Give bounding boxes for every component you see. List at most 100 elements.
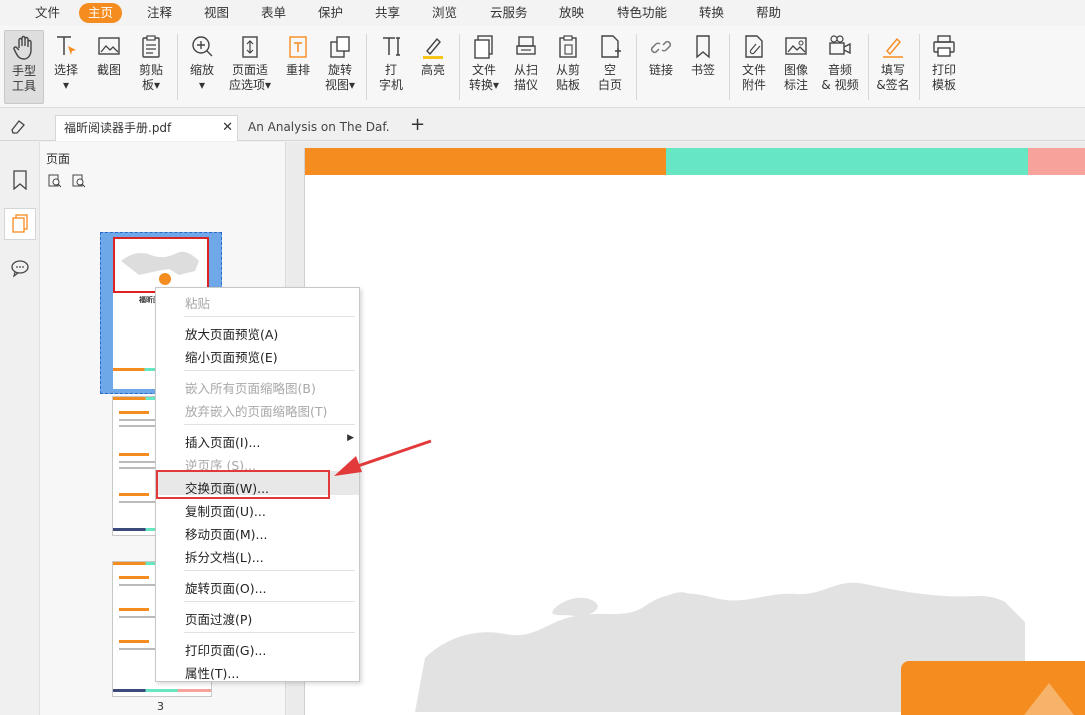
menu-cloud[interactable]: 云服务 (481, 3, 537, 23)
pen-sign-icon (883, 37, 903, 58)
comment-icon (11, 260, 29, 278)
menu-item-duplicate-page[interactable]: 复制页面(U)... (185, 501, 266, 520)
menu-separator (184, 316, 355, 317)
tab-document-1[interactable]: 福昕阅读器手册.pdf ✕ (55, 115, 238, 141)
printer-icon (933, 35, 955, 57)
menu-item-split-document[interactable]: 拆分文档(L)... (185, 547, 264, 566)
file-attachment-button[interactable]: 文件 附件 (734, 30, 774, 104)
video-camera-icon (829, 35, 851, 55)
menu-item-print-page[interactable]: 打印页面(G)... (185, 640, 266, 659)
from-scanner-button[interactable]: 从扫 描仪 (506, 30, 546, 104)
ribbon-toolbar: 手型 工具 选择 ▾ 截图 剪贴 板▾ 缩放 ▾ 页面适 应选项▾ 重排 旋转 … (0, 26, 1085, 108)
page-fit-button[interactable]: 页面适 应选项▾ (228, 30, 272, 104)
menu-form[interactable]: 表单 (252, 3, 295, 23)
menu-bar: 文件 主页 注释 视图 表单 保护 共享 浏览 云服务 放映 特色功能 转换 帮… (0, 0, 1085, 26)
header-pink-bar (1028, 148, 1085, 175)
select-tool-button[interactable]: 选择 ▾ (46, 30, 86, 104)
pages-panel-button[interactable] (4, 208, 36, 240)
hand-icon (13, 35, 32, 60)
menu-protect[interactable]: 保护 (309, 3, 352, 23)
menu-item-rotate-page[interactable]: 旋转页面(O)... (185, 578, 267, 597)
menu-home[interactable]: 主页 (79, 3, 123, 23)
snapshot-icon (98, 37, 120, 55)
menu-help[interactable]: 帮助 (747, 3, 790, 23)
menu-separator (184, 424, 355, 425)
menu-file[interactable]: 文件 (26, 3, 69, 23)
zoom-out-thumbnail-icon[interactable] (72, 174, 86, 191)
zoom-icon (192, 36, 213, 57)
header-orange-bar (305, 148, 666, 175)
menu-convert[interactable]: 转换 (690, 3, 733, 23)
ribbon-divider (919, 34, 920, 100)
attachment-icon (745, 35, 763, 58)
bookmark-button[interactable]: 书签 (683, 30, 723, 104)
menu-item-paste[interactable]: 粘贴 (185, 293, 210, 312)
tab-label: 福昕阅读器手册.pdf (64, 121, 172, 135)
link-icon (650, 40, 672, 54)
select-text-icon (57, 36, 76, 55)
hand-tool-button[interactable]: 手型 工具 (4, 30, 44, 104)
thumbnail-map-image (113, 237, 209, 293)
document-page (304, 148, 1085, 715)
menu-view[interactable]: 视图 (195, 3, 238, 23)
menu-item-zoom-out-preview[interactable]: 缩小页面预览(E) (185, 347, 278, 366)
zoom-button[interactable]: 缩放 ▾ (182, 30, 222, 104)
tab-label: An Analysis on The Daf... (248, 120, 390, 134)
menu-slideshow[interactable]: 放映 (550, 3, 593, 23)
comments-panel-button[interactable] (4, 252, 36, 284)
document-tab-bar: 福昕阅读器手册.pdf ✕ An Analysis on The Daf... … (0, 109, 1085, 141)
audio-video-button[interactable]: 音频 & 视频 (818, 30, 862, 104)
blank-page-button[interactable]: 空 白页 (590, 30, 630, 104)
rotate-icon (330, 36, 350, 58)
reflow-button[interactable]: 重排 (278, 30, 318, 104)
typewriter-icon (383, 37, 400, 56)
image-annotation-button[interactable]: 图像 标注 (776, 30, 816, 104)
eraser-icon[interactable] (10, 118, 26, 137)
link-button[interactable]: 链接 (641, 30, 681, 104)
blank-page-icon (601, 35, 621, 58)
ribbon-divider (177, 34, 178, 100)
snapshot-button[interactable]: 截图 (89, 30, 129, 104)
bookmark-icon (13, 170, 27, 190)
fill-sign-button[interactable]: 填写 &签名 (873, 30, 913, 104)
menu-separator (184, 601, 355, 602)
highlight-button[interactable]: 高亮 (413, 30, 453, 104)
menu-share[interactable]: 共享 (366, 3, 409, 23)
logo-arrow-shape (1024, 683, 1074, 715)
highlighter-icon (423, 37, 443, 59)
ribbon-divider (729, 34, 730, 100)
close-icon[interactable]: ✕ (222, 116, 233, 140)
menu-item-embed-thumbnails[interactable]: 嵌入所有页面缩略图(B) (185, 378, 316, 397)
menu-item-page-transition[interactable]: 页面过渡(P) (185, 609, 252, 628)
rotate-view-button[interactable]: 旋转 视图▾ (320, 30, 360, 104)
menu-browse[interactable]: 浏览 (423, 3, 466, 23)
menu-annotate[interactable]: 注释 (138, 3, 181, 23)
file-convert-button[interactable]: 文件 转换▾ (464, 30, 504, 104)
print-template-button[interactable]: 打印 模板 (924, 30, 964, 104)
menu-item-zoom-in-preview[interactable]: 放大页面预览(A) (185, 324, 278, 343)
tab-document-2[interactable]: An Analysis on The Daf... (240, 115, 390, 141)
menu-item-move-page[interactable]: 移动页面(M)... (185, 524, 267, 543)
image-icon (785, 37, 807, 55)
new-tab-plus-icon[interactable]: + (410, 114, 425, 135)
menu-separator (184, 632, 355, 633)
reflow-icon (289, 36, 307, 58)
zoom-in-thumbnail-icon[interactable] (48, 174, 62, 191)
menu-item-insert-page[interactable]: 插入页面(I)... (185, 432, 260, 451)
clipboard-paste-icon (559, 35, 577, 58)
page-fit-icon (242, 36, 258, 58)
ribbon-divider (868, 34, 869, 100)
menu-separator (184, 370, 355, 371)
menu-separator (184, 570, 355, 571)
typewriter-button[interactable]: 打 字机 (371, 30, 411, 104)
from-clipboard-button[interactable]: 从剪 贴板 (548, 30, 588, 104)
menu-item-discard-thumbnails[interactable]: 放弃嵌入的页面缩略图(T) (185, 401, 327, 420)
menu-features[interactable]: 特色功能 (608, 3, 676, 23)
menu-item-properties[interactable]: 属性(T)... (185, 663, 239, 682)
clipboard-button[interactable]: 剪贴 板▾ (131, 30, 171, 104)
left-rail (0, 142, 40, 715)
ribbon-divider (366, 34, 367, 100)
annotation-arrow-icon (334, 439, 432, 476)
bookmarks-panel-button[interactable] (4, 164, 36, 196)
ribbon-divider (459, 34, 460, 100)
